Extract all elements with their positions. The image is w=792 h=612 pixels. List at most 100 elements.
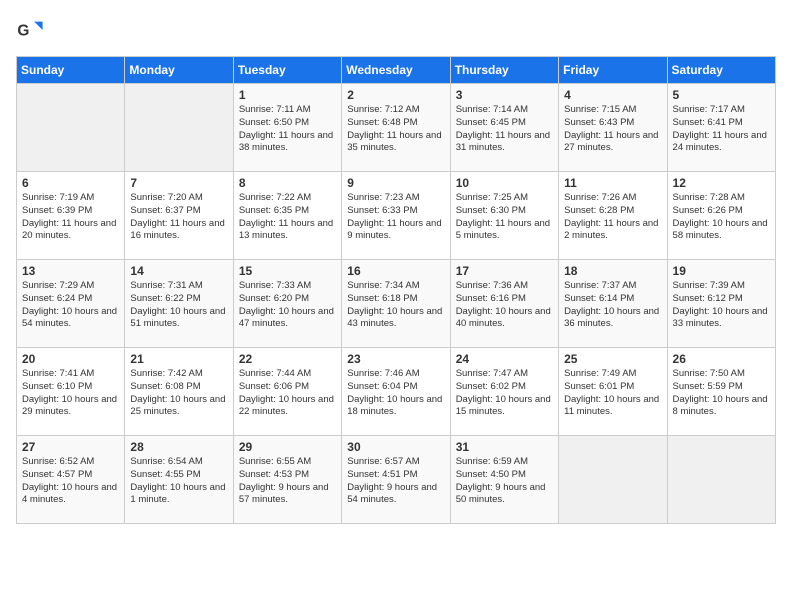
calendar-cell: 4Sunrise: 7:15 AM Sunset: 6:43 PM Daylig…	[559, 84, 667, 172]
day-number: 16	[347, 264, 444, 278]
calendar-cell: 20Sunrise: 7:41 AM Sunset: 6:10 PM Dayli…	[17, 348, 125, 436]
day-number: 28	[130, 440, 227, 454]
calendar-cell: 7 Sunrise: 7:20 AM Sunset: 6:37 PM Daylig…	[125, 172, 233, 260]
calendar-cell: 12 Sunrise: 7:28 AM Sunset: 6:26 PM Dayli…	[667, 172, 775, 260]
day-info: Sunrise: 7:39 AM Sunset: 6:12 PM Dayligh…	[673, 280, 770, 331]
page-header: G	[16, 16, 776, 44]
day-number: 11	[564, 176, 661, 190]
day-number: 3	[456, 88, 553, 102]
calendar-cell: 29 Sunrise: 6:55 AM Sunset: 4:53 PM Dayli…	[233, 436, 341, 524]
calendar-week-4: 20Sunrise: 7:41 AM Sunset: 6:10 PM Dayli…	[17, 348, 776, 436]
calendar-cell: 9Sunrise: 7:23 AM Sunset: 6:33 PM Daylig…	[342, 172, 450, 260]
calendar-cell: 14 Sunrise: 7:31 AM Sunset: 6:22 PM Dayli…	[125, 260, 233, 348]
logo-icon: G	[16, 16, 44, 44]
day-info: Sunrise: 7:44 AM Sunset: 6:06 PM Dayligh…	[239, 368, 336, 419]
day-info: Sunrise: 7:12 AM Sunset: 6:48 PM Dayligh…	[347, 104, 444, 155]
day-info: Sunrise: 7:26 AM Sunset: 6:28 PM Dayligh…	[564, 192, 661, 243]
day-info: Sunrise: 7:49 AM Sunset: 6:01 PM Dayligh…	[564, 368, 661, 419]
day-number: 29	[239, 440, 336, 454]
calendar-header-thursday: Thursday	[450, 57, 558, 84]
calendar-cell: 28 Sunrise: 6:54 AM Sunset: 4:55 PM Dayli…	[125, 436, 233, 524]
day-info: Sunrise: 6:59 AM Sunset: 4:50 PM Dayligh…	[456, 456, 553, 507]
day-info: Sunrise: 7:41 AM Sunset: 6:10 PM Dayligh…	[22, 368, 119, 419]
day-number: 24	[456, 352, 553, 366]
day-number: 6	[22, 176, 119, 190]
day-number: 8	[239, 176, 336, 190]
day-number: 17	[456, 264, 553, 278]
day-info: Sunrise: 6:57 AM Sunset: 4:51 PM Dayligh…	[347, 456, 444, 507]
calendar-cell: 25 Sunrise: 7:49 AM Sunset: 6:01 PM Dayli…	[559, 348, 667, 436]
day-number: 14	[130, 264, 227, 278]
day-number: 27	[22, 440, 119, 454]
day-info: Sunrise: 7:22 AM Sunset: 6:35 PM Dayligh…	[239, 192, 336, 243]
calendar-cell: 2 Sunrise: 7:12 AM Sunset: 6:48 PM Daylig…	[342, 84, 450, 172]
day-info: Sunrise: 6:54 AM Sunset: 4:55 PM Dayligh…	[130, 456, 227, 507]
day-number: 25	[564, 352, 661, 366]
calendar-cell: 8 Sunrise: 7:22 AM Sunset: 6:35 PM Daylig…	[233, 172, 341, 260]
day-number: 12	[673, 176, 770, 190]
day-number: 15	[239, 264, 336, 278]
calendar-cell	[17, 84, 125, 172]
day-number: 31	[456, 440, 553, 454]
calendar-cell: 26Sunrise: 7:50 AM Sunset: 5:59 PM Dayli…	[667, 348, 775, 436]
calendar-cell: 17 Sunrise: 7:36 AM Sunset: 6:16 PM Dayli…	[450, 260, 558, 348]
calendar-cell: 18Sunrise: 7:37 AM Sunset: 6:14 PM Dayli…	[559, 260, 667, 348]
calendar-cell: 3 Sunrise: 7:14 AM Sunset: 6:45 PM Daylig…	[450, 84, 558, 172]
day-info: Sunrise: 7:46 AM Sunset: 6:04 PM Dayligh…	[347, 368, 444, 419]
day-info: Sunrise: 7:34 AM Sunset: 6:18 PM Dayligh…	[347, 280, 444, 331]
day-number: 10	[456, 176, 553, 190]
day-info: Sunrise: 7:11 AM Sunset: 6:50 PM Dayligh…	[239, 104, 336, 155]
calendar-cell: 30Sunrise: 6:57 AM Sunset: 4:51 PM Dayli…	[342, 436, 450, 524]
calendar-header-tuesday: Tuesday	[233, 57, 341, 84]
calendar-cell: 6 Sunrise: 7:19 AM Sunset: 6:39 PM Daylig…	[17, 172, 125, 260]
day-number: 5	[673, 88, 770, 102]
day-info: Sunrise: 7:17 AM Sunset: 6:41 PM Dayligh…	[673, 104, 770, 155]
day-number: 2	[347, 88, 444, 102]
day-info: Sunrise: 7:28 AM Sunset: 6:26 PM Dayligh…	[673, 192, 770, 243]
calendar-cell: 15 Sunrise: 7:33 AM Sunset: 6:20 PM Dayli…	[233, 260, 341, 348]
day-info: Sunrise: 7:36 AM Sunset: 6:16 PM Dayligh…	[456, 280, 553, 331]
day-number: 19	[673, 264, 770, 278]
day-number: 22	[239, 352, 336, 366]
logo: G	[16, 16, 48, 44]
calendar-header-wednesday: Wednesday	[342, 57, 450, 84]
calendar-cell: 27 Sunrise: 6:52 AM Sunset: 4:57 PM Dayli…	[17, 436, 125, 524]
day-info: Sunrise: 7:20 AM Sunset: 6:37 PM Dayligh…	[130, 192, 227, 243]
calendar-header-monday: Monday	[125, 57, 233, 84]
day-info: Sunrise: 7:19 AM Sunset: 6:39 PM Dayligh…	[22, 192, 119, 243]
day-number: 23	[347, 352, 444, 366]
day-info: Sunrise: 7:47 AM Sunset: 6:02 PM Dayligh…	[456, 368, 553, 419]
calendar-week-2: 6 Sunrise: 7:19 AM Sunset: 6:39 PM Daylig…	[17, 172, 776, 260]
calendar-cell: 13Sunrise: 7:29 AM Sunset: 6:24 PM Dayli…	[17, 260, 125, 348]
day-number: 26	[673, 352, 770, 366]
day-number: 13	[22, 264, 119, 278]
calendar-cell: 23 Sunrise: 7:46 AM Sunset: 6:04 PM Dayli…	[342, 348, 450, 436]
calendar-header-sunday: Sunday	[17, 57, 125, 84]
calendar-week-1: 1Sunrise: 7:11 AM Sunset: 6:50 PM Daylig…	[17, 84, 776, 172]
day-number: 9	[347, 176, 444, 190]
calendar-cell: 24 Sunrise: 7:47 AM Sunset: 6:02 PM Dayli…	[450, 348, 558, 436]
day-number: 4	[564, 88, 661, 102]
calendar-cell: 19 Sunrise: 7:39 AM Sunset: 6:12 PM Dayli…	[667, 260, 775, 348]
day-number: 21	[130, 352, 227, 366]
calendar-cell: 1Sunrise: 7:11 AM Sunset: 6:50 PM Daylig…	[233, 84, 341, 172]
calendar-cell	[125, 84, 233, 172]
svg-text:G: G	[17, 23, 29, 40]
day-info: Sunrise: 7:31 AM Sunset: 6:22 PM Dayligh…	[130, 280, 227, 331]
calendar-week-5: 27 Sunrise: 6:52 AM Sunset: 4:57 PM Dayli…	[17, 436, 776, 524]
day-info: Sunrise: 6:52 AM Sunset: 4:57 PM Dayligh…	[22, 456, 119, 507]
day-info: Sunrise: 7:14 AM Sunset: 6:45 PM Dayligh…	[456, 104, 553, 155]
day-info: Sunrise: 6:55 AM Sunset: 4:53 PM Dayligh…	[239, 456, 336, 507]
calendar-cell: 16 Sunrise: 7:34 AM Sunset: 6:18 PM Dayli…	[342, 260, 450, 348]
day-info: Sunrise: 7:37 AM Sunset: 6:14 PM Dayligh…	[564, 280, 661, 331]
day-info: Sunrise: 7:42 AM Sunset: 6:08 PM Dayligh…	[130, 368, 227, 419]
calendar-cell: 10 Sunrise: 7:25 AM Sunset: 6:30 PM Dayli…	[450, 172, 558, 260]
calendar-header-saturday: Saturday	[667, 57, 775, 84]
calendar-cell: 22 Sunrise: 7:44 AM Sunset: 6:06 PM Dayli…	[233, 348, 341, 436]
calendar-header-friday: Friday	[559, 57, 667, 84]
day-info: Sunrise: 7:25 AM Sunset: 6:30 PM Dayligh…	[456, 192, 553, 243]
calendar-cell: 5 Sunrise: 7:17 AM Sunset: 6:41 PM Daylig…	[667, 84, 775, 172]
day-number: 7	[130, 176, 227, 190]
day-info: Sunrise: 7:33 AM Sunset: 6:20 PM Dayligh…	[239, 280, 336, 331]
calendar-cell: 21 Sunrise: 7:42 AM Sunset: 6:08 PM Dayli…	[125, 348, 233, 436]
